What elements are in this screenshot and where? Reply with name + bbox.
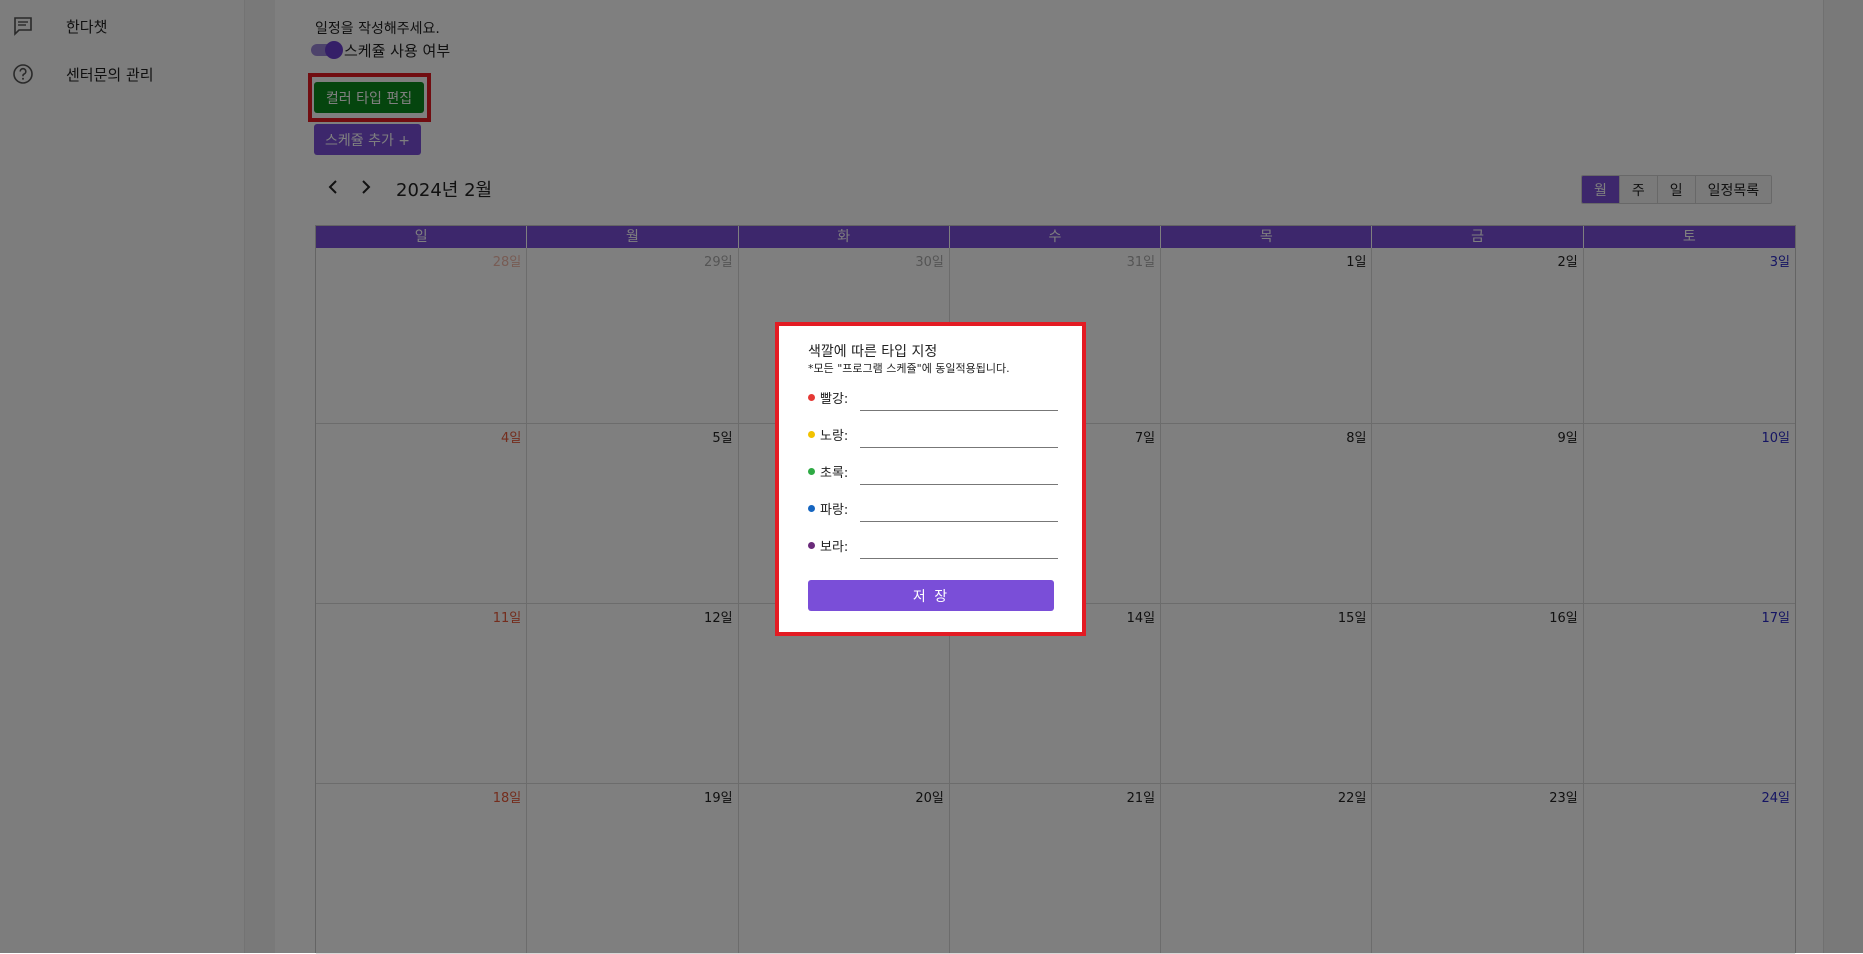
color-row-purple: 보라: xyxy=(808,532,1058,562)
color-label: 빨강: xyxy=(820,392,849,407)
green-type-input[interactable] xyxy=(860,460,1058,485)
color-label: 초록: xyxy=(820,466,849,481)
yellow-type-input[interactable] xyxy=(860,423,1058,448)
color-label: 노랑: xyxy=(820,429,849,444)
blue-dot-icon xyxy=(808,505,815,512)
red-dot-icon xyxy=(808,394,815,401)
green-dot-icon xyxy=(808,468,815,475)
yellow-dot-icon xyxy=(808,431,815,438)
modal-title: 색깔에 따른 타입 지정 xyxy=(808,344,938,360)
modal-note: *모든 "프로그램 스케쥴"에 동일적용됩니다. xyxy=(808,362,1010,375)
blue-type-input[interactable] xyxy=(860,497,1058,522)
purple-dot-icon xyxy=(808,542,815,549)
color-row-red: 빨강: xyxy=(808,384,1058,414)
color-label: 보라: xyxy=(820,540,849,555)
save-button[interactable]: 저 장 xyxy=(808,580,1054,611)
color-row-green: 초록: xyxy=(808,458,1058,488)
color-row-blue: 파랑: xyxy=(808,495,1058,525)
color-label: 파랑: xyxy=(820,503,849,518)
red-type-input[interactable] xyxy=(860,386,1058,411)
purple-type-input[interactable] xyxy=(860,534,1058,559)
color-row-yellow: 노랑: xyxy=(808,421,1058,451)
